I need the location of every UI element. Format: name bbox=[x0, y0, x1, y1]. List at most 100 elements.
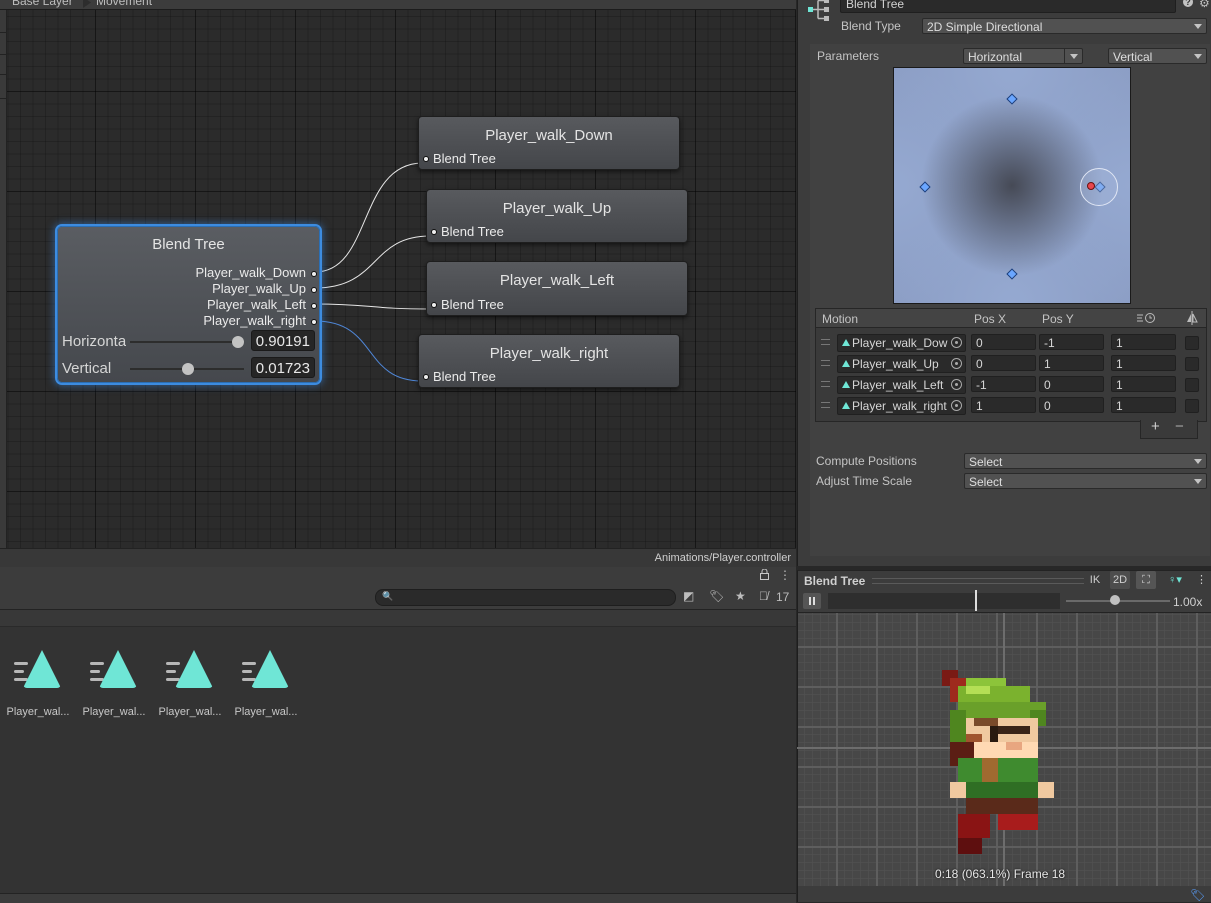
add-motion-button[interactable]: + bbox=[1151, 418, 1160, 435]
filter-by-label-icon[interactable]: 🏷 bbox=[709, 589, 724, 603]
motion-clip-field[interactable]: Player_walk_right bbox=[837, 397, 966, 415]
motion-line bbox=[90, 678, 104, 681]
input-port[interactable] bbox=[431, 229, 437, 235]
motion-clip-field[interactable]: Player_walk_Down bbox=[837, 334, 966, 352]
input-port[interactable] bbox=[431, 302, 437, 308]
asset-animation-clip[interactable]: Player_wal... bbox=[158, 648, 222, 718]
help-icon[interactable]: ? bbox=[1183, 0, 1193, 7]
asset-animation-clip[interactable]: Player_wal... bbox=[82, 648, 146, 718]
gear-icon[interactable]: ⚙ bbox=[1199, 0, 1210, 10]
pos-y-field[interactable]: 1 bbox=[1039, 355, 1104, 371]
blend-space-2d-view[interactable] bbox=[893, 67, 1131, 304]
preview-resize-grip[interactable] bbox=[872, 578, 1084, 584]
parameter-x-dropdown[interactable]: Horizontal bbox=[963, 48, 1083, 64]
blend-position-indicator bbox=[1080, 168, 1118, 206]
clip-triangle bbox=[175, 650, 213, 688]
motion-row[interactable]: Player_walk_right 1 0 1 bbox=[816, 395, 1206, 416]
more-options-icon[interactable]: ⋮ bbox=[779, 568, 791, 582]
state-node-player-walk-down[interactable]: Player_walk_Down Blend Tree bbox=[418, 116, 680, 170]
more-options-icon[interactable]: ⋮ bbox=[1196, 571, 1207, 589]
state-port-label: Blend Tree bbox=[441, 297, 504, 312]
blend-position-dot[interactable] bbox=[1087, 182, 1095, 190]
filter-by-type-icon[interactable]: ◩ bbox=[683, 589, 694, 603]
motion-clip-field[interactable]: Player_walk_Up bbox=[837, 355, 966, 373]
time-scale-field[interactable]: 1 bbox=[1111, 376, 1176, 392]
link-down bbox=[314, 162, 423, 273]
time-scale-field[interactable]: 1 bbox=[1111, 334, 1176, 350]
parameter-y-dropdown[interactable]: Vertical bbox=[1108, 48, 1207, 64]
chevron-down-icon bbox=[1194, 459, 1202, 464]
object-picker-icon[interactable] bbox=[951, 379, 962, 390]
state-node-player-walk-right[interactable]: Player_walk_right Blend Tree bbox=[418, 334, 680, 388]
slider-thumb[interactable] bbox=[1110, 595, 1120, 605]
pos-x-field[interactable]: 0 bbox=[971, 355, 1036, 371]
search-input[interactable]: 🔍 bbox=[375, 589, 676, 606]
asset-animation-clip[interactable]: Player_wal... bbox=[234, 648, 298, 718]
pause-button[interactable] bbox=[803, 593, 821, 609]
input-port[interactable] bbox=[423, 374, 429, 380]
pos-y-field[interactable]: 0 bbox=[1039, 397, 1104, 413]
time-scale-field[interactable]: 1 bbox=[1111, 397, 1176, 413]
blend-type-value: 2D Simple Directional bbox=[927, 20, 1043, 34]
animation-clip-icon bbox=[842, 360, 850, 367]
mirror-checkbox[interactable] bbox=[1185, 357, 1199, 371]
motion-row[interactable]: Player_walk_Down 0 -1 1 bbox=[816, 332, 1206, 353]
chevron-down-icon bbox=[1194, 24, 1202, 29]
motion-line bbox=[90, 670, 100, 673]
param-horizontal-value[interactable]: 0.90191 bbox=[251, 330, 315, 351]
hidden-packages-icon[interactable]: 👁̸ bbox=[759, 589, 768, 603]
state-node-player-walk-up[interactable]: Player_walk_Up Blend Tree bbox=[426, 189, 688, 243]
pos-y-field[interactable]: 0 bbox=[1039, 376, 1104, 392]
favorites-star-icon[interactable]: ★ bbox=[735, 589, 746, 603]
input-port[interactable] bbox=[423, 156, 429, 162]
output-port-left[interactable] bbox=[311, 303, 317, 309]
pos-x-value: -1 bbox=[976, 378, 987, 392]
motion-list-footer bbox=[1140, 420, 1198, 439]
asset-animation-clip[interactable]: Player_wal... bbox=[6, 648, 70, 718]
ik-toggle[interactable]: IK bbox=[1086, 571, 1104, 589]
preview-timeline[interactable] bbox=[828, 593, 1060, 609]
time-scale-field[interactable]: 1 bbox=[1111, 355, 1176, 371]
param-horizontal-slider[interactable] bbox=[130, 336, 244, 348]
clip-triangle bbox=[23, 650, 61, 688]
drag-handle-icon[interactable] bbox=[821, 402, 830, 408]
parameters-label: Parameters bbox=[817, 49, 880, 63]
pos-x-field[interactable]: -1 bbox=[971, 376, 1036, 392]
pos-y-field[interactable]: -1 bbox=[1039, 334, 1104, 350]
avatar-dropdown-icon[interactable]: ♀▾ bbox=[1162, 571, 1188, 589]
state-port-label: Blend Tree bbox=[433, 151, 496, 166]
compute-positions-dropdown[interactable]: Select bbox=[964, 453, 1207, 469]
remove-motion-button[interactable]: − bbox=[1175, 418, 1184, 435]
object-picker-icon[interactable] bbox=[951, 358, 962, 369]
slider-thumb[interactable] bbox=[182, 363, 194, 375]
blend-tree-node[interactable]: Blend Tree Player_walk_Down Player_walk_… bbox=[57, 226, 320, 383]
blend-type-dropdown[interactable]: 2D Simple Directional bbox=[922, 18, 1207, 34]
playhead[interactable] bbox=[975, 590, 977, 611]
mirror-checkbox[interactable] bbox=[1185, 399, 1199, 413]
output-port-down[interactable] bbox=[311, 271, 317, 277]
object-picker-icon[interactable] bbox=[951, 337, 962, 348]
mirror-checkbox[interactable] bbox=[1185, 378, 1199, 392]
asset-label-icon[interactable]: 🏷 bbox=[1190, 888, 1205, 902]
drag-handle-icon[interactable] bbox=[821, 360, 830, 366]
output-port-up[interactable] bbox=[311, 287, 317, 293]
param-vertical-slider[interactable] bbox=[130, 363, 244, 375]
param-vertical-value[interactable]: 0.01723 bbox=[251, 357, 315, 378]
adjust-time-scale-dropdown[interactable]: Select bbox=[964, 473, 1207, 489]
drag-handle-icon[interactable] bbox=[821, 381, 830, 387]
motion-row[interactable]: Player_walk_Up 0 1 1 bbox=[816, 353, 1206, 374]
pos-x-field[interactable]: 1 bbox=[971, 397, 1036, 413]
name-field[interactable]: Blend Tree bbox=[840, 0, 1176, 13]
object-picker-icon[interactable] bbox=[951, 400, 962, 411]
slider-thumb[interactable] bbox=[232, 336, 244, 348]
state-node-player-walk-left[interactable]: Player_walk_Left Blend Tree bbox=[426, 261, 688, 316]
motion-row[interactable]: Player_walk_Left -1 0 1 bbox=[816, 374, 1206, 395]
drag-handle-icon[interactable] bbox=[821, 339, 830, 345]
mirror-checkbox[interactable] bbox=[1185, 336, 1199, 350]
pivot-icon[interactable]: ⛶ bbox=[1136, 571, 1156, 589]
motion-clip-field[interactable]: Player_walk_Left bbox=[837, 376, 966, 394]
2d-toggle[interactable]: 2D bbox=[1110, 571, 1130, 589]
pos-x-field[interactable]: 0 bbox=[971, 334, 1036, 350]
output-port-right[interactable] bbox=[311, 319, 317, 325]
lock-icon[interactable] bbox=[760, 568, 769, 583]
